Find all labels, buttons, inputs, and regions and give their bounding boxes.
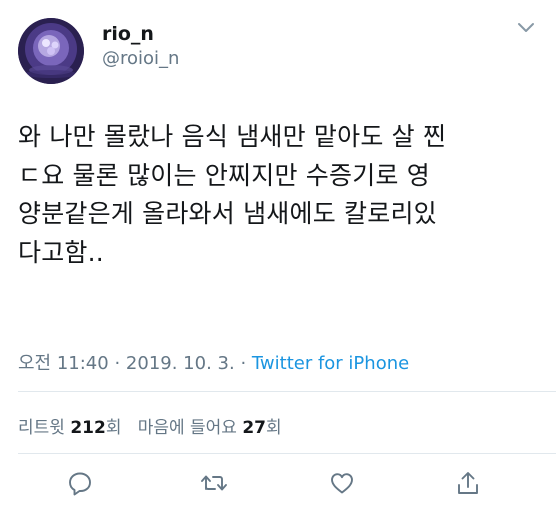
meta-separator: · bbox=[240, 353, 247, 374]
divider bbox=[18, 391, 556, 392]
tweet-actions bbox=[0, 470, 556, 500]
tweet-meta: 오전 11:40 · 2019. 10. 3. · Twitter for iP… bbox=[18, 349, 409, 375]
like-stat[interactable]: 마음에 들어요 27회 bbox=[138, 418, 282, 438]
like-unit: 회 bbox=[266, 418, 282, 438]
share-icon[interactable] bbox=[455, 470, 481, 496]
tweet-header: rio_n @roioi_n bbox=[18, 14, 538, 84]
avatar-image bbox=[18, 18, 84, 84]
like-count: 27 bbox=[242, 418, 267, 438]
tweet-stats: 리트윗 212회 마음에 들어요 27회 bbox=[18, 413, 282, 438]
display-name[interactable]: rio_n bbox=[102, 22, 179, 46]
tweet-text: 와 나만 몰랐나 음식 냄새만 맡아도 살 찐 ㄷ요 물론 많이는 안찌지만 수… bbox=[18, 118, 544, 272]
tweet-text-line: 양분같은게 올라와서 냄새에도 칼로리있 bbox=[18, 199, 437, 228]
retweet-label: 리트윗 bbox=[18, 418, 65, 438]
user-names: rio_n @roioi_n bbox=[102, 22, 179, 72]
like-label: 마음에 들어요 bbox=[137, 418, 237, 438]
chevron-down-icon[interactable] bbox=[516, 20, 536, 34]
tweet-text-line: 다고함.. bbox=[18, 237, 104, 267]
retweet-icon[interactable] bbox=[200, 470, 228, 496]
retweet-stat[interactable]: 리트윗 212회 bbox=[18, 418, 127, 438]
divider bbox=[18, 453, 556, 454]
tweet: rio_n @roioi_n 와 나만 몰랐나 음식 냄새만 맡아도 살 찐 ㄷ… bbox=[0, 0, 556, 506]
meta-separator: · bbox=[114, 353, 121, 374]
tweet-text-line: 와 나만 몰랐나 음식 냄새만 맡아도 살 찐 bbox=[18, 122, 447, 151]
avatar[interactable] bbox=[18, 18, 84, 84]
tweet-time[interactable]: 오전 11:40 bbox=[18, 353, 109, 374]
reply-icon[interactable] bbox=[67, 470, 93, 496]
tweet-source-link[interactable]: Twitter for iPhone bbox=[252, 353, 409, 374]
retweet-count: 212 bbox=[70, 418, 106, 438]
tweet-text-line: ㄷ요 물론 많이는 안찌지만 수증기로 영 bbox=[18, 160, 430, 190]
like-icon[interactable] bbox=[329, 470, 355, 496]
tweet-date[interactable]: 2019. 10. 3. bbox=[126, 353, 235, 374]
retweet-unit: 회 bbox=[105, 418, 122, 438]
user-handle[interactable]: @roioi_n bbox=[102, 46, 179, 72]
